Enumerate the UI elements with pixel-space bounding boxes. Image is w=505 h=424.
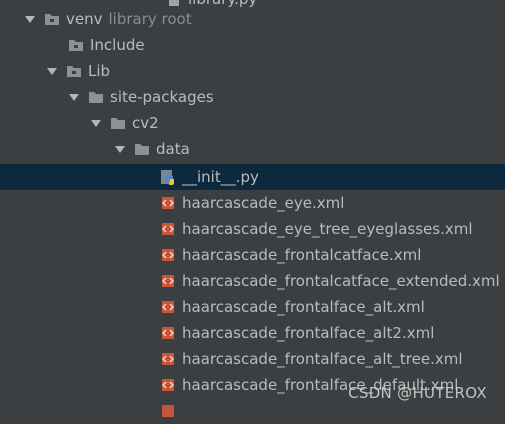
- folder-icon: [68, 37, 84, 53]
- chevron-down-icon[interactable]: [90, 117, 102, 129]
- tree-row-xml-file[interactable]: haarcascade_frontalcatface.xml: [0, 242, 505, 268]
- tree-row-cv2[interactable]: cv2: [0, 110, 505, 136]
- tree-row-init-py[interactable]: __init__.py: [0, 164, 505, 190]
- folder-icon: [134, 141, 150, 157]
- tree-row-xml-file[interactable]: haarcascade_frontalface_alt2.xml: [0, 320, 505, 346]
- tree-row-xml-file[interactable]: haarcascade_eye.xml: [0, 190, 505, 216]
- folder-icon: [88, 89, 104, 105]
- xml-file-icon: [160, 325, 176, 341]
- tree-row-label: haarcascade_frontalcatface_extended.xml: [182, 272, 500, 290]
- xml-file-icon: [160, 273, 176, 289]
- watermark: CSDN @HUTEROX: [348, 384, 487, 402]
- tree-row-data[interactable]: data: [0, 136, 505, 162]
- tree-row-label: Lib: [88, 62, 111, 80]
- folder-icon: [110, 115, 126, 131]
- tree-row-label: __init__.py: [182, 168, 259, 186]
- project-tree: library.py venv library root Include Lib: [0, 0, 505, 417]
- tree-row-label: data: [156, 140, 190, 158]
- chevron-down-icon[interactable]: [68, 91, 80, 103]
- tree-row-label: cv2: [132, 114, 159, 132]
- tree-row-xml-file[interactable]: haarcascade_frontalface_alt.xml: [0, 294, 505, 320]
- chevron-down-icon[interactable]: [46, 65, 58, 77]
- tree-row-label: site-packages: [110, 88, 214, 106]
- tree-row-xml-file[interactable]: haarcascade_eye_tree_eyeglasses.xml: [0, 216, 505, 242]
- tree-row-label: Include: [90, 36, 145, 54]
- xml-file-icon: [160, 195, 176, 211]
- xml-file-icon: [160, 299, 176, 315]
- tree-row-xml-file[interactable]: haarcascade_frontalface_alt_tree.xml: [0, 346, 505, 372]
- tree-row-label: venv: [66, 10, 103, 28]
- tree-row-label: haarcascade_frontalface_alt_tree.xml: [182, 350, 463, 368]
- xml-file-icon: [160, 377, 176, 393]
- tree-row-label: haarcascade_eye_tree_eyeglasses.xml: [182, 220, 473, 238]
- xml-file-icon: [160, 221, 176, 237]
- tree-row-label: haarcascade_frontalcatface.xml: [182, 246, 422, 264]
- tree-row-include[interactable]: Include: [0, 32, 505, 58]
- folder-icon: [66, 63, 82, 79]
- xml-file-icon: [160, 403, 176, 419]
- xml-file-icon: [160, 351, 176, 367]
- tree-row-lib[interactable]: Lib: [0, 58, 505, 84]
- chevron-down-icon[interactable]: [114, 143, 126, 155]
- tree-row-site-packages[interactable]: site-packages: [0, 84, 505, 110]
- library-root-hint: library root: [108, 10, 192, 28]
- chevron-down-icon[interactable]: [24, 13, 36, 25]
- tree-row-xml-file[interactable]: haarcascade_frontalcatface_extended.xml: [0, 268, 505, 294]
- xml-file-icon: [160, 247, 176, 263]
- tree-row-label: haarcascade_eye.xml: [182, 194, 345, 212]
- folder-icon: [44, 11, 60, 27]
- tree-row-venv[interactable]: venv library root: [0, 6, 505, 32]
- tree-row-label: haarcascade_frontalface_alt.xml: [182, 298, 425, 316]
- tree-row-label: haarcascade_frontalface_alt2.xml: [182, 324, 435, 342]
- python-file-icon: [160, 169, 176, 185]
